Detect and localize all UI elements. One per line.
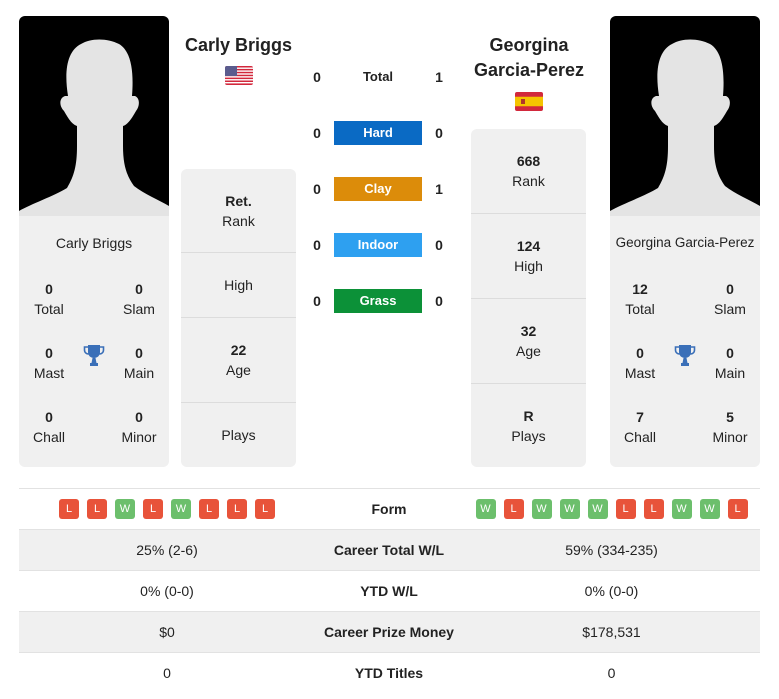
player2-titles-slam: 0 Slam [714, 281, 746, 317]
player1-age: 22 Age [181, 318, 296, 403]
trophy-icon [83, 345, 105, 366]
form-loss-badge[interactable]: L [727, 499, 748, 519]
player2-card: Georgina Garcia-Perez 12 Total 0 Slam 0 … [610, 16, 760, 467]
table-row: 0% (0-0) YTD W/L 0% (0-0) [19, 570, 760, 611]
player2-high: 124 High [471, 214, 586, 299]
surface-grass-badge[interactable]: Grass [334, 289, 422, 313]
player1-titles-total: 0 Total [34, 281, 64, 317]
player1-card-name: Carly Briggs [55, 235, 133, 251]
player2-titles-mast: 0 Mast [624, 345, 656, 381]
h2h-hard-p2: 0 [435, 125, 443, 141]
player1-titles-main: 0 Main [123, 345, 155, 381]
player1-ytd-titles: 0 [163, 665, 171, 681]
form-win-badge[interactable]: W [171, 499, 191, 519]
surface-indoor-badge[interactable]: Indoor [334, 233, 422, 257]
player1-titles-mast: 0 Mast [33, 345, 65, 381]
h2h-total-p1: 0 [313, 69, 321, 85]
player1-plays: Plays [221, 427, 256, 443]
form-win-badge[interactable]: W [475, 499, 496, 519]
player1-titles-chall: 0 Chall [33, 409, 65, 445]
player2-info: 668 Rank 124 High 32 Age R Plays [471, 129, 586, 467]
table-row: $0 Career Prize Money $178,531 [19, 611, 760, 652]
player2-titles-minor: 5 Minor [712, 409, 748, 445]
surface-clay-badge[interactable]: Clay [334, 177, 422, 201]
table-row: 25% (2-6) Career Total W/L 59% (334-235) [19, 529, 760, 570]
player1-titles: 0 Total 0 Slam 0 Mast 0 Main 0 Chall 0 M… [19, 255, 169, 455]
career-wl-label: Career Total W/L [333, 542, 445, 558]
form-loss-badge[interactable]: L [199, 499, 219, 519]
player2-rank: 668 Rank [471, 129, 586, 214]
player2-card-name: Georgina Garcia-Perez [615, 235, 755, 250]
form-loss-badge[interactable]: L [255, 499, 275, 519]
player2-prize-money: $178,531 [582, 624, 641, 640]
player2-ytd-titles: 0 [607, 665, 616, 681]
h2h-hard-p1: 0 [313, 125, 321, 141]
ytd-wl-label: YTD W/L [360, 583, 418, 599]
player2-name[interactable]: Georgina Garcia-Perez [465, 33, 593, 83]
player1-name[interactable]: Carly Briggs [175, 33, 302, 58]
form-win-badge[interactable]: W [531, 499, 552, 519]
h2h-total-p2: 1 [435, 69, 443, 85]
player2-ytd-wl: 0% (0-0) [584, 583, 639, 599]
player1-ytd-wl: 0% (0-0) [140, 583, 194, 599]
usa-flag-icon [225, 66, 253, 85]
h2h-total-row: 0 Total 1 [305, 65, 450, 89]
trophy-icon [674, 345, 696, 366]
form-label: Form [371, 501, 407, 517]
ytd-titles-label: YTD Titles [354, 665, 424, 681]
player1-prize-money: $0 [159, 624, 175, 640]
player1-info: Ret. Rank High 22 Age Plays [181, 169, 296, 467]
player2-titles-chall: 7 Chall [624, 409, 656, 445]
player1-career-wl: 25% (2-6) [136, 542, 198, 558]
form-loss-badge[interactable]: L [59, 499, 79, 519]
form-loss-badge[interactable]: L [615, 499, 636, 519]
player1-titles-slam: 0 Slam [123, 281, 155, 317]
h2h-hard-row: 0 Hard 0 [305, 121, 450, 145]
h2h-indoor-p2: 0 [435, 237, 443, 253]
player2-plays: R Plays [511, 407, 546, 444]
player1-form: LLWLWLLL [19, 499, 315, 519]
form-loss-badge[interactable]: L [87, 499, 107, 519]
player2-titles-total: 12 Total [625, 281, 655, 317]
h2h-grass-p2: 0 [435, 293, 443, 309]
form-win-badge[interactable]: W [587, 499, 608, 519]
form-win-badge[interactable]: W [699, 499, 720, 519]
form-loss-badge[interactable]: L [227, 499, 247, 519]
comparison-table: LLWLWLLL Form WLWWWLLWWL 25% (2-6) Caree… [19, 488, 760, 693]
silhouette-icon [19, 39, 169, 216]
spain-flag-icon [515, 92, 543, 111]
player2-titles-main: 0 Main [714, 345, 746, 381]
form-win-badge[interactable]: W [671, 499, 692, 519]
form-win-badge[interactable]: W [559, 499, 580, 519]
form-row: LLWLWLLL Form WLWWWLLWWL [19, 488, 760, 529]
player2-career-wl: 59% (334-235) [565, 542, 658, 558]
player2-titles: 12 Total 0 Slam 0 Mast 0 Main 7 Chall 5 [610, 255, 760, 455]
surface-hard-badge[interactable]: Hard [334, 121, 422, 145]
player1-card: Carly Briggs 0 Total 0 Slam 0 Mast 0 Mai… [19, 16, 169, 467]
h2h-grass-p1: 0 [313, 293, 321, 309]
form-loss-badge[interactable]: L [643, 499, 664, 519]
player1-photo [19, 16, 169, 216]
h2h-indoor-row: 0 Indoor 0 [305, 233, 450, 257]
h2h-clay-p2: 1 [435, 181, 443, 197]
player2-form: WLWWWLLWWL [463, 499, 760, 519]
h2h-clay-row: 0 Clay 1 [305, 177, 450, 201]
player2-age: 32 Age [471, 299, 586, 384]
form-loss-badge[interactable]: L [143, 499, 163, 519]
table-row: 0 YTD Titles 0 [19, 652, 760, 693]
player2-photo [610, 16, 760, 216]
h2h-clay-p1: 0 [313, 181, 321, 197]
prize-money-label: Career Prize Money [324, 624, 454, 640]
form-win-badge[interactable]: W [115, 499, 135, 519]
player1-titles-minor: 0 Minor [121, 409, 157, 445]
form-loss-badge[interactable]: L [503, 499, 524, 519]
silhouette-icon [610, 39, 760, 216]
player1-rank: Ret. Rank [181, 169, 296, 253]
h2h-total-label: Total [362, 69, 394, 84]
h2h-grass-row: 0 Grass 0 [305, 289, 450, 313]
h2h-indoor-p1: 0 [313, 237, 321, 253]
player1-high: High [181, 253, 296, 318]
